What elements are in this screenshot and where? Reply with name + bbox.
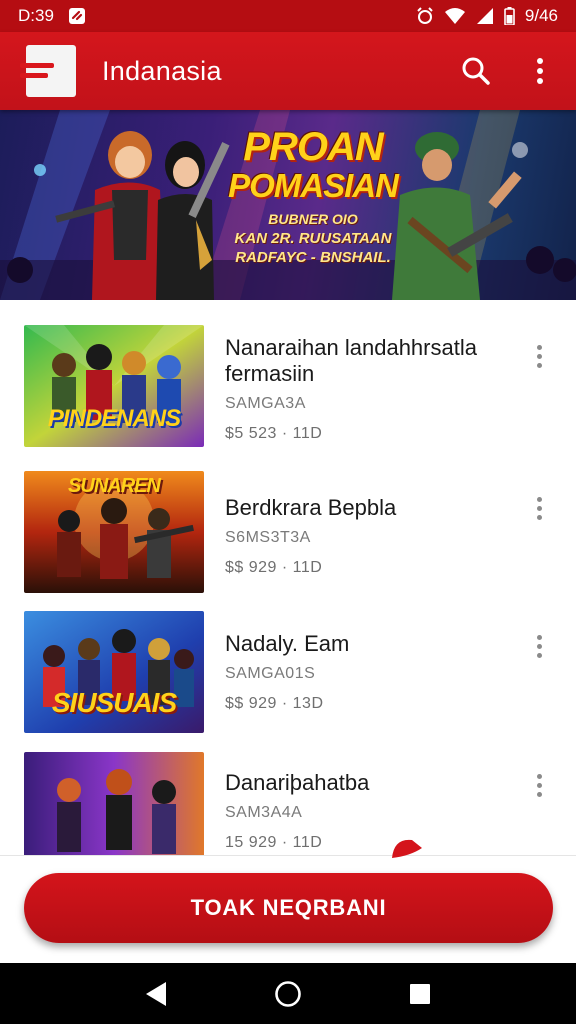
status-time: D:39 [18,6,54,25]
app-logo[interactable] [20,45,76,97]
app-bar: Indanasia [0,32,576,110]
list-item[interactable]: PINDENANS Nanaraihan landahhrsatla ferma… [0,325,576,453]
item-more-icon[interactable] [524,491,554,525]
game-thumbnail[interactable] [24,752,204,855]
wifi-icon [444,7,466,25]
item-more-icon[interactable] [524,768,554,802]
banner-subtitle: KAN 2R. RUUSATAAN [234,230,392,247]
game-title: Danariþahatba [225,770,370,795]
thumbnail-caption: SUNAREN [68,475,161,497]
search-icon[interactable] [458,53,494,89]
game-price: 15 929 · 11D [225,834,323,851]
home-icon[interactable] [268,974,308,1014]
thumbnail-caption: PINDENANS [47,405,181,432]
banner-headline: PROAN [243,125,383,169]
app-title: Indanasia [102,55,222,86]
game-thumbnail[interactable]: SIUSUAIS [24,611,204,733]
back-icon[interactable] [136,974,176,1014]
list-item[interactable]: Danariþahatba SAM3A4A 15 929 · 11D [0,752,576,855]
more-vertical-icon[interactable] [522,53,558,89]
banner-headline-secondary: POMASIAN [228,167,399,204]
list-item[interactable]: SUNAREN Berdkrara Bepbla S6MS3T3A $$ 929… [0,471,576,599]
bottom-action-area: TOAK NEQRBANI [0,839,576,963]
game-publisher: SAMGA01S [225,665,316,682]
status-bar: D:39 9/46 [0,0,576,32]
item-more-icon[interactable] [524,629,554,663]
battery-text: 9/46 [524,6,558,25]
game-publisher: SAMGA3A [225,395,306,412]
game-title: Berdkrara Bepbla [225,495,397,520]
recents-icon[interactable] [400,974,440,1014]
game-thumbnail[interactable]: PINDENANS [24,325,204,447]
game-price: $$ 929 · 13D [225,695,324,712]
system-nav-bar [0,963,576,1024]
banner-text: PROAN POMASIAN BUBNER OIO KAN 2R. RUUSAT… [228,125,399,267]
game-publisher: SAM3A4A [225,804,303,821]
game-title: Nanaraihan landahhrsatla fermasiin [225,335,477,386]
signal-icon [476,7,494,25]
list-item[interactable]: SIUSUAIS Nadaly. Eam SAMGA01S $$ 929 · 1… [0,611,576,739]
game-price: $$ 929 · 11D [225,559,323,576]
game-publisher: S6MS3T3A [225,529,311,546]
item-more-icon[interactable] [524,339,554,373]
game-list: PINDENANS Nanaraihan landahhrsatla ferma… [0,300,576,855]
battery-icon [504,7,515,25]
game-thumbnail[interactable]: SUNAREN [24,471,204,593]
thumbnail-caption: SIUSUAIS [51,687,177,718]
alarm-icon [416,7,434,25]
primary-action-button[interactable]: TOAK NEQRBANI [24,873,553,943]
banner-subtitle: BUBNER OIO [268,211,358,227]
scroll-indicator-icon [392,839,422,858]
promo-banner[interactable]: PROAN POMASIAN BUBNER OIO KAN 2R. RUUSAT… [0,110,576,300]
game-title: Nadaly. Eam [225,631,350,656]
notification-app-icon [68,7,86,25]
banner-subtitle: RADFAYC - BNSHAIL. [235,249,391,266]
game-price: $5 523 · 11D [225,425,323,442]
